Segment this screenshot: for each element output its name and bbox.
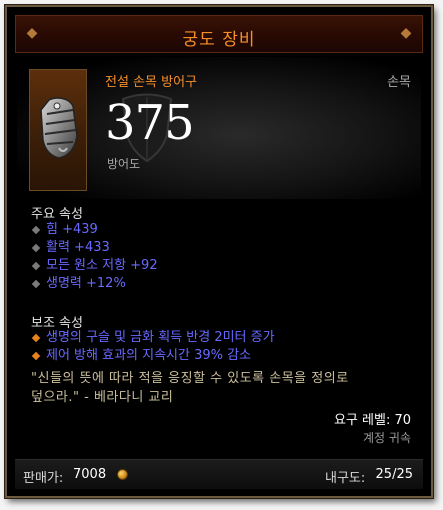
account-bound-label: 계정 귀속: [363, 431, 411, 445]
secondary-attributes-list: 생명의 구슬 및 금화 획득 반경 2미터 증가 제어 방해 효과의 지속시간 …: [31, 329, 275, 365]
orange-diamond-bullet-icon: [31, 351, 41, 361]
sell-price-value: 7008: [73, 467, 107, 482]
tooltip-body: 전설 손목 방어구 손목 375 방어도 주요 속성 힘 +439 활력 +43…: [17, 57, 421, 445]
sell-price-label: 판매가:: [23, 471, 64, 486]
title-ornament-icon: ◆: [400, 25, 412, 41]
item-title-bar: ◆ 궁도 장비 ◆: [15, 15, 423, 53]
flavor-line: 덮으라." - 베라다니 교리: [31, 390, 174, 405]
secondary-attribute: 생명의 구슬 및 금화 획득 반경 2미터 증가: [31, 329, 275, 347]
primary-attribute: 힘 +439: [31, 221, 158, 239]
orange-diamond-bullet-icon: [31, 333, 41, 343]
secondary-attribute-text: 제어 방해 효과의 지속시간 39% 감소: [46, 348, 252, 363]
item-name: 궁도 장비: [182, 30, 256, 50]
primary-attribute-text: 활력 +433: [46, 240, 110, 255]
primary-attributes-heading: 주요 속성: [31, 207, 83, 222]
armor-label: 방어도: [107, 157, 141, 171]
armor-value: 375: [105, 95, 195, 151]
bracer-icon: [40, 97, 78, 159]
item-icon-slot: [29, 69, 87, 191]
primary-attribute-text: 생명력 +12%: [46, 276, 126, 291]
gray-diamond-bullet-icon: [31, 243, 41, 253]
primary-attribute: 활력 +433: [31, 239, 158, 257]
item-tooltip: ◆ 궁도 장비 ◆ 전설 손목 방어구 손목 375 방어도 주요 속성 힘 +…: [5, 5, 433, 498]
primary-attribute-text: 힘 +439: [46, 222, 98, 237]
durability-label: 내구도:: [325, 471, 366, 486]
item-slot-label: 손목: [387, 75, 411, 90]
primary-attribute-text: 모든 원소 저항 +92: [46, 258, 158, 273]
secondary-attribute: 제어 방해 효과의 지속시간 39% 감소: [31, 347, 275, 365]
flavor-text: "신들의 뜻에 따라 적을 응징할 수 있도록 손목을 정의로 덮으라." - …: [31, 369, 411, 407]
item-type-label: 전설 손목 방어구: [105, 75, 197, 90]
primary-attribute: 생명력 +12%: [31, 275, 158, 293]
primary-attributes-list: 힘 +439 활력 +433 모든 원소 저항 +92 생명력 +12%: [31, 221, 158, 293]
secondary-attribute-text: 생명의 구슬 및 금화 획득 반경 2미터 증가: [46, 330, 275, 345]
primary-attribute: 모든 원소 저항 +92: [31, 257, 158, 275]
gray-diamond-bullet-icon: [31, 225, 41, 235]
flavor-line: "신들의 뜻에 따라 적을 응징할 수 있도록 손목을 정의로: [31, 371, 349, 386]
required-level: 요구 레벨: 70: [333, 413, 411, 428]
tooltip-footer: 판매가: 7008 내구도: 25/25: [15, 459, 423, 489]
gray-diamond-bullet-icon: [31, 261, 41, 271]
gold-coin-icon: [117, 469, 128, 480]
gray-diamond-bullet-icon: [31, 279, 41, 289]
durability-value: 25/25: [375, 467, 413, 482]
